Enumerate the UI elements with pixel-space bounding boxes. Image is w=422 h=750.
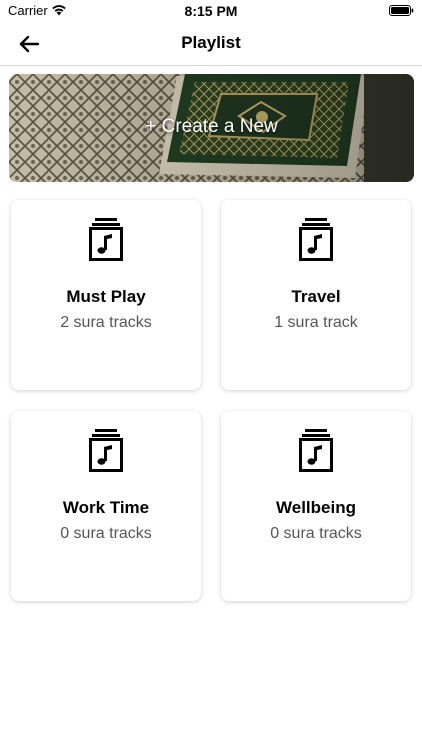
music-file-icon: [299, 218, 333, 261]
music-file-icon: [89, 429, 123, 472]
status-bar: Carrier 8:15 PM: [0, 0, 422, 22]
playlist-card-wellbeing[interactable]: Wellbeing 0 sura tracks: [221, 411, 411, 601]
status-time: 8:15 PM: [184, 3, 238, 19]
page-title: Playlist: [181, 33, 241, 52]
playlist-title: Must Play: [66, 287, 146, 306]
create-new-label: + Create a New: [145, 116, 278, 137]
playlist-title: Work Time: [62, 498, 150, 517]
create-new-playlist-banner[interactable]: + Create a New: [9, 74, 414, 182]
playlist-track-count: 0 sura tracks: [60, 525, 152, 542]
music-file-icon: [299, 429, 333, 472]
battery-icon: [389, 5, 414, 16]
playlist-title: Travel: [291, 287, 341, 306]
music-file-icon: [89, 218, 123, 261]
playlist-track-count: 2 sura tracks: [60, 314, 152, 331]
playlist-title: Wellbeing: [276, 498, 356, 517]
playlist-track-count: 0 sura tracks: [270, 525, 362, 542]
playlist-card-travel[interactable]: Travel 1 sura track: [221, 200, 411, 390]
playlist-card-work-time[interactable]: Work Time 0 sura tracks: [11, 411, 201, 601]
playlist-track-count: 1 sura track: [274, 314, 358, 331]
playlist-card-must-play[interactable]: Must Play 2 sura tracks: [11, 200, 201, 390]
navigation-bar: Playlist: [0, 22, 422, 66]
